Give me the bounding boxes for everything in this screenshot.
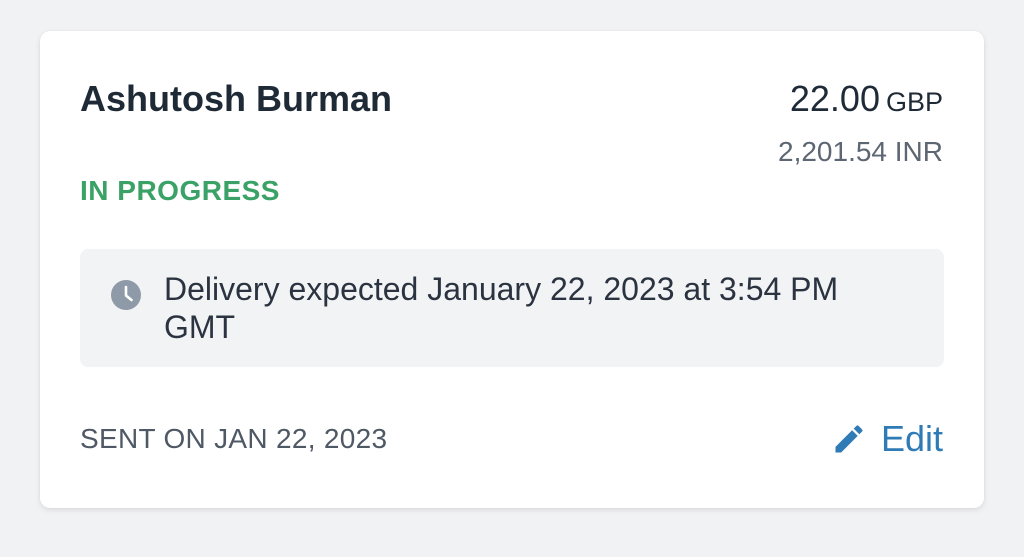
delivery-expected-text: Delivery expected January 22, 2023 at 3:… (164, 271, 839, 345)
edit-button[interactable]: Edit (831, 417, 943, 461)
pencil-icon (835, 425, 863, 453)
amount-converted: 2,201.54 INR (778, 136, 943, 167)
edit-label: Edit (880, 418, 943, 459)
sent-date: SENT ON JAN 22, 2023 (80, 423, 388, 454)
amount-value: 22.00 (789, 78, 880, 119)
amount-block: 22.00 GBP 2,201.54 INR (778, 79, 943, 167)
amount-sent: 22.00 GBP (778, 79, 943, 127)
status-badge: IN PROGRESS (80, 175, 280, 206)
recipient-name: Ashutosh Burman (80, 78, 393, 119)
amount-currency: GBP (885, 87, 943, 117)
clock-icon (111, 280, 141, 310)
transfer-card: Ashutosh Burman 22.00 GBP 2,201.54 INR IN… (40, 31, 984, 508)
delivery-info-box: Delivery expected January 22, 2023 at 3:… (80, 249, 944, 367)
